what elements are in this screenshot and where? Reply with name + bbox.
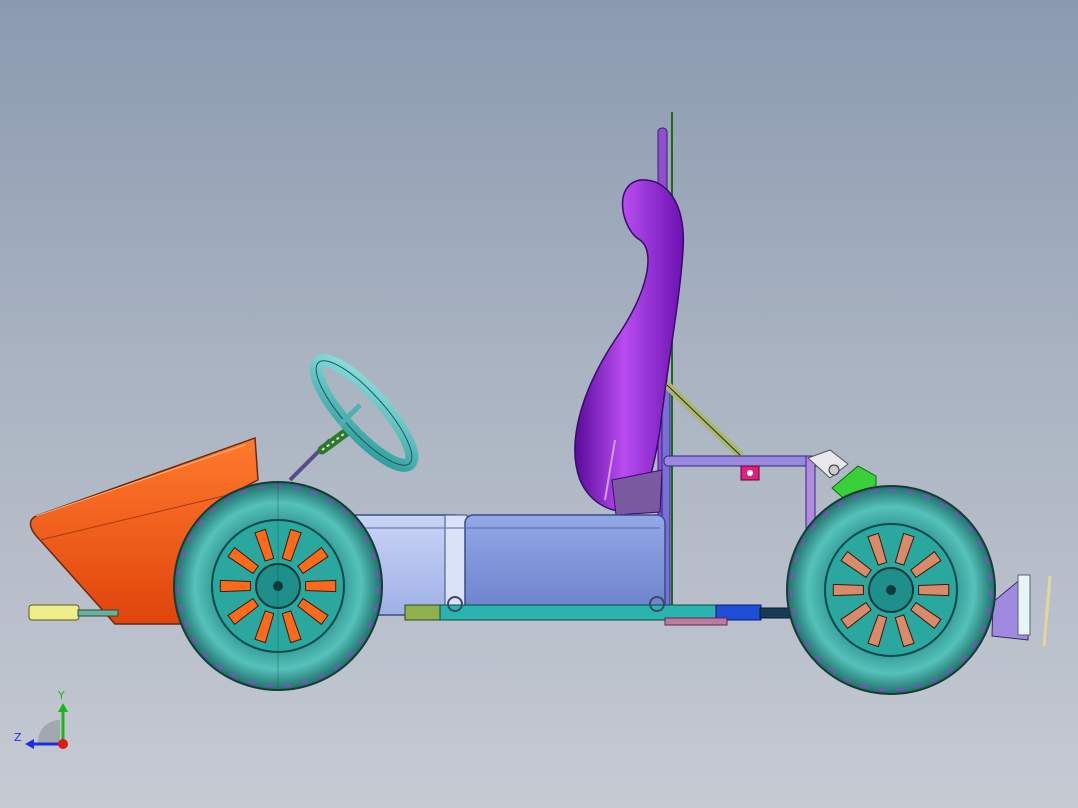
wheel-spoke <box>832 583 864 597</box>
x-axis-dot <box>58 739 68 749</box>
steering-wheel[interactable] <box>304 349 425 477</box>
battery-box[interactable] <box>349 514 666 616</box>
wheel-spoke <box>305 579 337 593</box>
wheel-spoke <box>918 583 950 597</box>
wheel-spoke <box>219 579 251 593</box>
axis-triad <box>25 703 68 749</box>
rear-wheel[interactable] <box>786 485 996 695</box>
rear-bracket[interactable] <box>991 574 1052 647</box>
go-kart-model[interactable] <box>0 0 1078 808</box>
z-axis-label: Z <box>14 731 22 744</box>
y-axis-label: Y <box>58 689 65 702</box>
steering-column[interactable] <box>288 423 357 482</box>
front-wheel[interactable] <box>173 481 383 691</box>
3d-viewport[interactable]: Y Z <box>0 0 1078 808</box>
